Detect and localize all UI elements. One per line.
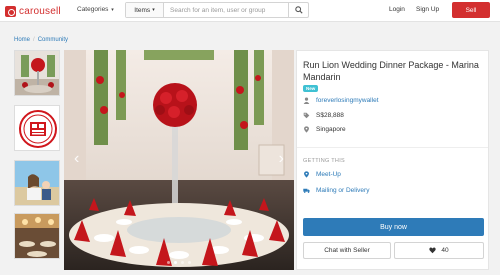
top-navbar: carousell Categories ▾ Items ▾ Login Sig… <box>0 0 500 22</box>
carousel-dot-active[interactable] <box>174 261 178 264</box>
chevron-down-icon: ▾ <box>111 7 114 13</box>
categories-label: Categories <box>77 6 109 13</box>
search-icon <box>294 6 303 14</box>
mailing-option: Mailing or Delivery <box>303 187 369 194</box>
search-button[interactable] <box>288 3 308 17</box>
like-count: 40 <box>441 247 449 254</box>
meetup-pin-icon <box>303 171 310 178</box>
thumbnail-3[interactable] <box>14 160 60 206</box>
location-row: Singapore <box>303 126 346 133</box>
price-row: S$28,888 <box>303 112 344 119</box>
categories-dropdown[interactable]: Categories ▾ <box>77 6 114 13</box>
like-button[interactable]: 40 <box>394 242 484 259</box>
listing-title: Run Lion Wedding Dinner Package - Marina… <box>303 60 479 82</box>
carousel-dot[interactable] <box>167 261 171 264</box>
buy-now-button[interactable]: Buy now <box>303 218 484 236</box>
signup-link[interactable]: Sign Up <box>416 6 439 13</box>
carousell-logo[interactable]: carousell <box>5 4 61 18</box>
thumbnail-image <box>15 51 59 95</box>
thumbnail-4[interactable] <box>14 213 60 259</box>
image-carousel-dots <box>64 259 294 266</box>
meetup-option: Meet-Up <box>303 171 341 178</box>
carousell-logo-icon <box>5 5 16 17</box>
getting-this-heading: GETTING THIS <box>303 158 346 164</box>
user-icon <box>303 97 310 104</box>
prev-image-button[interactable]: ‹ <box>74 150 79 168</box>
carousel-dot[interactable] <box>187 261 191 264</box>
new-badge: New <box>303 85 319 92</box>
thumbnail-image <box>15 161 59 205</box>
breadcrumb-home[interactable]: Home <box>14 37 30 43</box>
search-type-label: Items <box>134 6 151 14</box>
seller-link[interactable]: foreverlosingmywallet <box>316 97 379 104</box>
next-image-button[interactable]: › <box>279 150 284 168</box>
heart-icon <box>429 247 437 254</box>
breadcrumb-community[interactable]: Community <box>38 37 68 43</box>
location-value: Singapore <box>316 126 346 133</box>
login-link[interactable]: Login <box>389 6 405 13</box>
main-listing-image[interactable]: ‹ › <box>64 50 294 270</box>
search-bar: Items ▾ <box>125 2 309 18</box>
thumbnail-image <box>15 214 59 258</box>
search-input[interactable] <box>164 3 288 17</box>
divider <box>297 147 488 148</box>
listing-photo <box>64 50 294 270</box>
chat-with-seller-button[interactable]: Chat with Seller <box>303 242 391 259</box>
price-tag-icon <box>303 112 310 119</box>
sell-button[interactable]: Sell <box>452 2 490 18</box>
listing-details-panel: Run Lion Wedding Dinner Package - Marina… <box>296 50 489 270</box>
thumbnail-image <box>15 106 59 150</box>
breadcrumb-separator: / <box>33 37 35 43</box>
chevron-left-icon: ‹ <box>74 150 80 167</box>
delivery-truck-icon <box>303 187 310 194</box>
chevron-down-icon: ▾ <box>152 7 155 13</box>
thumbnail-2[interactable] <box>14 105 60 151</box>
chevron-right-icon: › <box>278 150 284 167</box>
price-value: S$28,888 <box>316 112 344 119</box>
breadcrumb: Home / Community <box>14 37 68 43</box>
carousel-dot[interactable] <box>180 261 184 264</box>
search-type-select[interactable]: Items ▾ <box>126 3 164 17</box>
meetup-label: Meet-Up <box>316 171 341 178</box>
location-pin-icon <box>303 126 310 133</box>
mailing-label: Mailing or Delivery <box>316 187 370 194</box>
logo-text: carousell <box>19 5 61 17</box>
seller-row: foreverlosingmywallet <box>303 97 379 104</box>
thumbnail-1[interactable] <box>14 50 60 96</box>
